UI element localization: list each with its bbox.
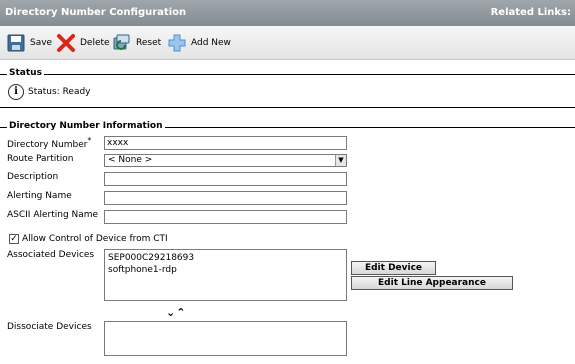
save-button[interactable]: Save bbox=[6, 33, 52, 53]
chevron-down-icon[interactable]: ▼ bbox=[335, 155, 346, 166]
list-item[interactable]: softphone1-rdp bbox=[108, 264, 343, 276]
related-links-label[interactable]: Related Links: bbox=[491, 7, 571, 18]
directory-number-field[interactable]: xxxx bbox=[104, 136, 347, 150]
ascii-alerting-name-label: ASCII Alerting Name bbox=[7, 210, 99, 220]
required-mark: * bbox=[87, 136, 92, 145]
floppy-disk-icon bbox=[6, 33, 26, 53]
red-x-icon bbox=[56, 33, 76, 53]
reset-button[interactable]: Reset bbox=[112, 33, 161, 53]
edit-line-appearance-button[interactable]: Edit Line Appearance bbox=[351, 276, 513, 290]
associated-devices-label: Associated Devices bbox=[7, 250, 95, 260]
allow-cti-checkbox[interactable]: ✓ bbox=[9, 234, 19, 244]
add-new-label: Add New bbox=[191, 38, 231, 48]
list-item[interactable]: SEP000C29218693 bbox=[108, 252, 343, 264]
reset-icon bbox=[112, 33, 132, 53]
info-icon: i bbox=[8, 84, 24, 100]
page-title: Directory Number Configuration bbox=[5, 7, 187, 18]
title-bar: Directory Number Configuration Related L… bbox=[0, 0, 575, 26]
status-row: i Status: Ready bbox=[8, 84, 91, 100]
ascii-alerting-name-field[interactable] bbox=[104, 210, 347, 224]
status-text: Status: Ready bbox=[28, 87, 91, 97]
reset-label: Reset bbox=[136, 38, 162, 48]
description-field[interactable] bbox=[104, 172, 347, 186]
allow-cti-label: Allow Control of Device from CTI bbox=[22, 234, 168, 244]
directory-number-label: Directory Number* bbox=[7, 136, 92, 150]
status-divider bbox=[0, 74, 575, 75]
alerting-name-label: Alerting Name bbox=[7, 191, 72, 201]
dissociate-devices-label: Dissociate Devices bbox=[7, 322, 92, 332]
delete-label: Delete bbox=[80, 38, 110, 48]
status-bottom-divider bbox=[0, 107, 575, 108]
plus-icon bbox=[167, 33, 187, 53]
edit-device-button[interactable]: Edit Device bbox=[351, 261, 436, 275]
dissociate-devices-list[interactable] bbox=[104, 321, 347, 356]
associated-devices-list[interactable]: SEP000C29218693 softphone1-rdp bbox=[104, 249, 347, 301]
save-label: Save bbox=[30, 38, 53, 48]
alerting-name-field[interactable] bbox=[104, 191, 347, 205]
toolbar: Save Delete Reset Add New bbox=[0, 26, 575, 60]
delete-button[interactable]: Delete bbox=[56, 33, 110, 53]
status-legend: Status bbox=[7, 68, 44, 78]
move-arrows-icon[interactable]: ⌄⌃ bbox=[166, 306, 186, 319]
route-partition-label: Route Partition bbox=[7, 154, 74, 164]
description-label: Description bbox=[7, 172, 59, 182]
add-new-button[interactable]: Add New bbox=[167, 33, 231, 53]
route-partition-value: < None > bbox=[108, 155, 153, 165]
dn-info-legend: Directory Number Information bbox=[7, 121, 165, 131]
route-partition-select[interactable]: < None > ▼ bbox=[104, 154, 347, 167]
